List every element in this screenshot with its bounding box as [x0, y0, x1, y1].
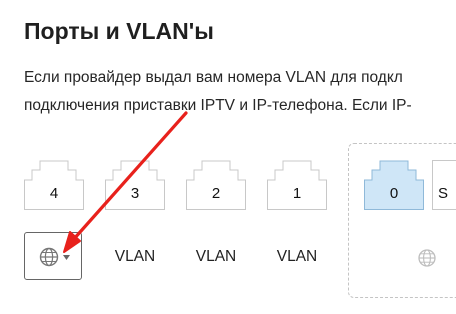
port-number: 4 — [49, 185, 59, 202]
description-line-1: Если провайдер выдал вам номера VLAN для… — [24, 69, 403, 86]
port-number: 3 — [130, 185, 140, 202]
wan-vlan-select[interactable] — [24, 232, 82, 280]
page-title: Порты и VLAN'ы — [24, 18, 214, 44]
port-1[interactable]: 1 — [267, 160, 327, 210]
globe-icon — [39, 247, 59, 267]
port-number: 2 — [211, 185, 221, 202]
wan-port-0[interactable]: 0 — [364, 160, 424, 210]
vlan-label-port-1[interactable]: VLAN — [267, 248, 327, 266]
port-4[interactable]: 4 — [24, 160, 84, 210]
port-number: S — [438, 185, 449, 202]
port-2[interactable]: 2 — [186, 160, 246, 210]
wan-port-s[interactable]: S — [432, 160, 456, 210]
globe-icon — [418, 249, 436, 267]
port-number: 1 — [292, 185, 302, 202]
vlan-label-port-2[interactable]: VLAN — [186, 248, 246, 266]
caret-down-icon — [63, 255, 70, 260]
description-line-2: подключения приставки IPTV и IP-телефона… — [24, 97, 412, 114]
vlan-label-port-3[interactable]: VLAN — [105, 248, 165, 266]
port-3[interactable]: 3 — [105, 160, 165, 210]
port-number: 0 — [389, 185, 399, 202]
page-description: Если провайдер выдал вам номера VLAN для… — [24, 64, 412, 120]
